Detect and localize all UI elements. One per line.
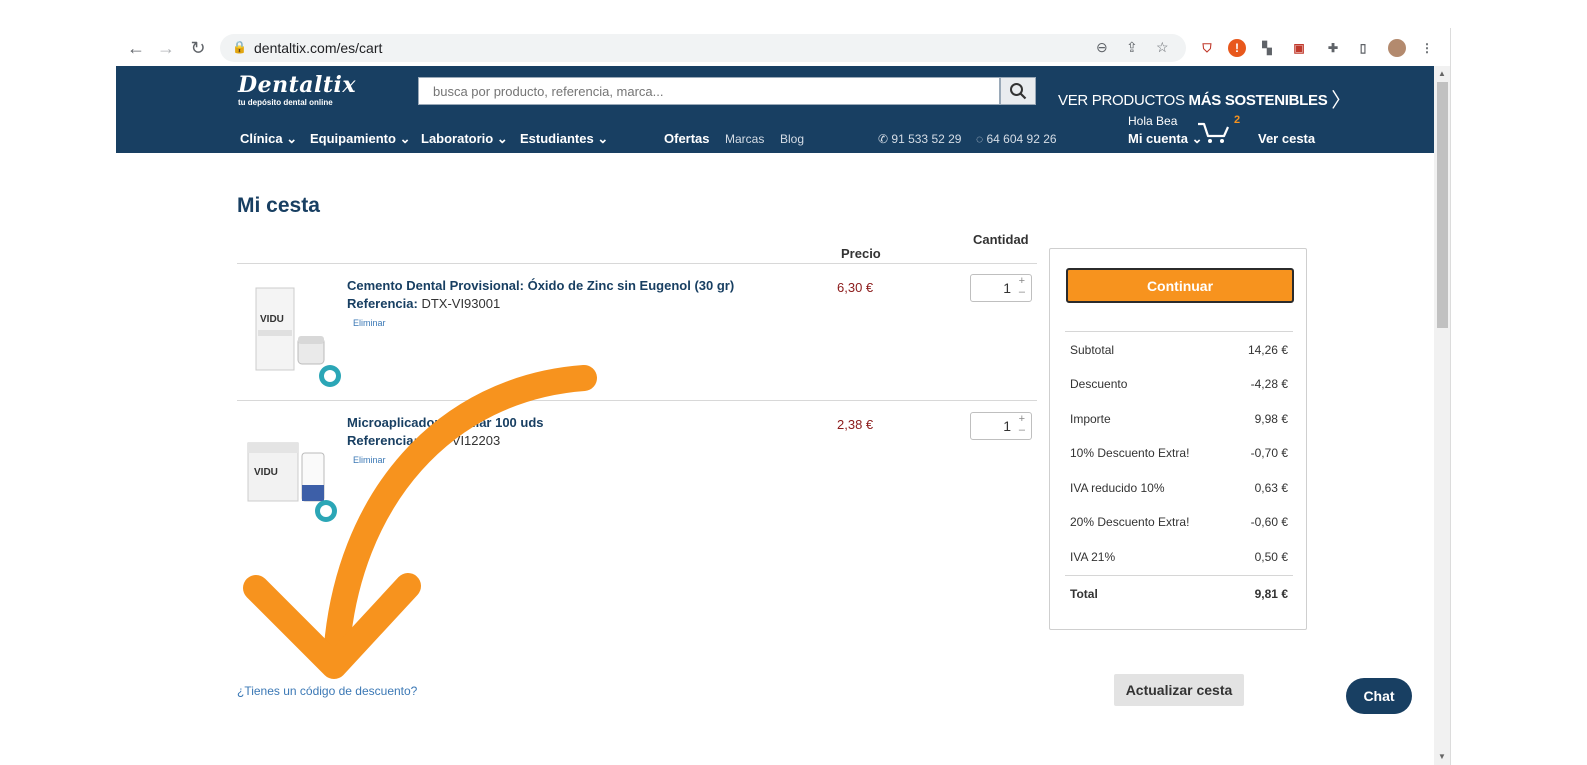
- summary-row: 20% Descuento Extra! -0,60 €: [1070, 515, 1288, 529]
- item-name[interactable]: Cemento Dental Provisional: Óxido de Zin…: [347, 278, 734, 293]
- item-reference: Referencia: DTX-VI93001: [347, 296, 501, 311]
- extension-puzzle-icon[interactable]: ▚: [1258, 39, 1276, 57]
- cart-count-badge: 2: [1234, 114, 1241, 126]
- back-icon[interactable]: ←: [124, 36, 148, 60]
- quantity-value: 1: [1003, 280, 1011, 296]
- quantity-value: 1: [1003, 418, 1011, 434]
- scroll-down-icon[interactable]: ▼: [1438, 752, 1446, 761]
- chevron-down-icon: ⌄: [286, 131, 298, 146]
- chevron-down-icon: ⌄: [496, 131, 508, 146]
- chevron-down-icon: ⌄: [597, 131, 609, 146]
- forward-icon[interactable]: →: [154, 36, 178, 60]
- product-image[interactable]: VIDU: [240, 278, 344, 394]
- site-header: Dentaltix tu depósito dental online VER …: [116, 66, 1434, 153]
- menu-laboratorio[interactable]: Laboratorio ⌄: [421, 131, 508, 147]
- menu-marcas[interactable]: Marcas: [725, 132, 764, 146]
- remove-item-link[interactable]: Eliminar: [353, 455, 386, 465]
- url-text: dentaltix.com/es/cart: [254, 40, 383, 56]
- decrement-icon[interactable]: –: [1019, 286, 1025, 298]
- menu-blog[interactable]: Blog: [780, 132, 804, 146]
- search-icon: [1010, 83, 1027, 100]
- extension-badge-icon[interactable]: ▣: [1290, 39, 1308, 57]
- item-price: 2,38 €: [837, 417, 874, 432]
- address-bar[interactable]: 🔒 dentaltix.com/es/cart ⊖ ⇪ ☆: [220, 34, 1186, 62]
- cart-icon[interactable]: [1196, 120, 1230, 144]
- chevron-right-icon: 〉: [1331, 90, 1351, 112]
- share-icon[interactable]: ⇪: [1126, 39, 1138, 56]
- menu-equipamiento[interactable]: Equipamiento ⌄: [310, 131, 410, 147]
- browser-toolbar: ← → ↻ 🔒 dentaltix.com/es/cart ⊖ ⇪ ☆ ⛉ ! …: [116, 30, 1450, 66]
- extension-alert-icon[interactable]: !: [1228, 39, 1246, 57]
- chevron-down-icon: ⌄: [399, 131, 411, 146]
- discount-code-link[interactable]: ¿Tienes un código de descuento?: [237, 684, 417, 698]
- phone-link[interactable]: ✆ 91 533 52 29: [878, 132, 961, 146]
- summary-row: IVA 21% 0,50 €: [1070, 550, 1288, 564]
- side-panel-icon[interactable]: ▯: [1354, 39, 1372, 57]
- bookmark-star-icon[interactable]: ☆: [1156, 39, 1169, 56]
- browser-menu-icon[interactable]: ⋮: [1418, 39, 1436, 57]
- svg-text:VIDU: VIDU: [254, 467, 278, 478]
- zoom-icon[interactable]: ⊖: [1096, 39, 1108, 56]
- summary-row: Subtotal 14,26 €: [1070, 343, 1288, 357]
- divider: [237, 263, 1037, 264]
- scroll-up-icon[interactable]: ▲: [1438, 69, 1446, 78]
- svg-text:VIDU: VIDU: [260, 314, 284, 325]
- divider: [237, 400, 1037, 401]
- order-summary: Continuar Subtotal 14,26 € Descuento -4,28…: [1049, 248, 1307, 630]
- site-tagline: tu depósito dental online: [238, 98, 333, 107]
- summary-row: 10% Descuento Extra! -0,70 €: [1070, 446, 1288, 460]
- menu-estudiantes[interactable]: Estudiantes ⌄: [520, 131, 608, 147]
- divider: [1065, 575, 1293, 576]
- update-cart-button[interactable]: Actualizar cesta: [1114, 674, 1244, 706]
- product-image[interactable]: VIDU: [240, 413, 344, 529]
- item-name[interactable]: Microaplicador Regular 100 uds: [347, 415, 544, 430]
- search-box: [418, 77, 1000, 105]
- annotation-arrow-head: [243, 573, 421, 679]
- view-cart-link[interactable]: Ver cesta: [1258, 131, 1315, 146]
- menu-ofertas[interactable]: Ofertas: [664, 131, 710, 146]
- divider: [1065, 331, 1293, 332]
- menu-clinica[interactable]: Clínica ⌄: [240, 131, 297, 147]
- price-column-header: Precio: [841, 246, 881, 261]
- item-price: 6,30 €: [837, 280, 874, 295]
- extensions-icon[interactable]: ✚: [1324, 39, 1342, 57]
- summary-row: Descuento -4,28 €: [1070, 377, 1288, 391]
- site-logo[interactable]: Dentaltix: [238, 72, 356, 98]
- quantity-column-header: Cantidad: [973, 232, 1029, 247]
- quantity-stepper[interactable]: 1 + –: [970, 274, 1032, 302]
- search-button[interactable]: [1000, 77, 1036, 105]
- phone-icon: ✆: [878, 132, 889, 146]
- quantity-stepper[interactable]: 1 + –: [970, 412, 1032, 440]
- reload-icon[interactable]: ↻: [186, 36, 210, 60]
- summary-row: IVA reducido 10% 0,63 €: [1070, 481, 1288, 495]
- extension-shield-icon[interactable]: ⛉: [1198, 39, 1216, 57]
- item-reference: Referencia: DTX-VI12203: [347, 433, 501, 448]
- browser-window: ← → ↻ 🔒 dentaltix.com/es/cart ⊖ ⇪ ☆ ⛉ ! …: [116, 28, 1451, 765]
- greeting: Hola Bea: [1128, 114, 1178, 128]
- chat-button[interactable]: Chat: [1346, 678, 1412, 714]
- page-title: Mi cesta: [237, 194, 320, 217]
- scroll-thumb[interactable]: [1437, 82, 1448, 328]
- search-input[interactable]: [419, 78, 999, 104]
- page-scrollbar[interactable]: ▲ ▼: [1434, 66, 1450, 765]
- remove-item-link[interactable]: Eliminar: [353, 318, 386, 328]
- my-account-menu[interactable]: Mi cuenta ⌄: [1128, 131, 1203, 147]
- lock-icon: 🔒: [232, 40, 247, 54]
- decrement-icon[interactable]: –: [1019, 424, 1025, 436]
- sustainable-products-link[interactable]: VER PRODUCTOS MÁS SOSTENIBLES 〉: [1058, 82, 1351, 112]
- whatsapp-link[interactable]: ◌ 64 604 92 26: [976, 132, 1057, 146]
- summary-total: Total 9,81 €: [1070, 587, 1288, 601]
- whatsapp-icon: ◌: [976, 132, 984, 146]
- continue-button[interactable]: Continuar: [1066, 268, 1294, 303]
- summary-row: Importe 9,98 €: [1070, 412, 1288, 426]
- profile-avatar[interactable]: [1388, 39, 1406, 57]
